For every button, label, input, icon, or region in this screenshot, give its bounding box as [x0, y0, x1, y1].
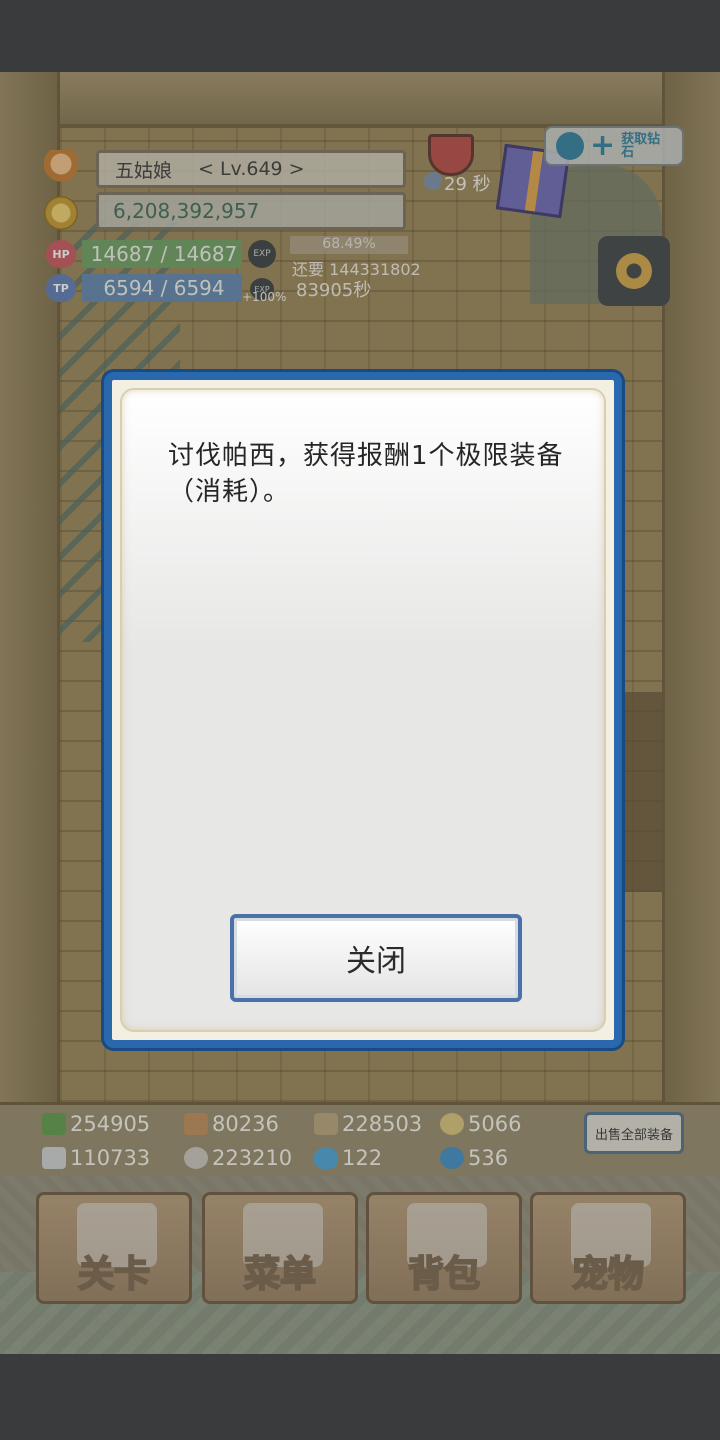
dialog-message: 讨伐帕西，获得报酬1个极限装备（消耗）。	[168, 441, 564, 507]
reward-dialog: 讨伐帕西，获得报酬1个极限装备（消耗）。 关闭	[104, 372, 622, 1048]
screen: 五姑娘 < Lv.649 > 6,208,392,957 HP 14687 / …	[0, 0, 720, 1440]
game-scene: 五姑娘 < Lv.649 > 6,208,392,957 HP 14687 / …	[0, 72, 720, 1354]
close-button[interactable]: 关闭	[230, 914, 522, 1002]
dialog-panel: 讨伐帕西，获得报酬1个极限装备（消耗）。 关闭	[120, 388, 606, 1032]
